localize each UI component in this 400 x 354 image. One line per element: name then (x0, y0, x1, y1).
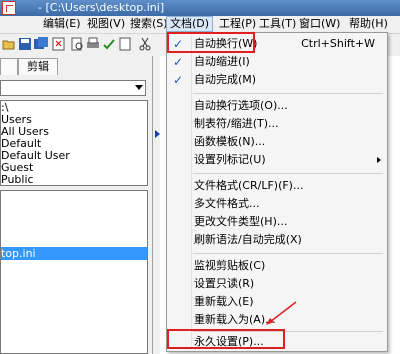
annotation-arrow-icon (266, 301, 297, 325)
menu-item-label: 重新载入(E) (194, 295, 254, 308)
menu-window[interactable]: 窗口(W) (296, 17, 343, 31)
menu-item-label: 刷新语法/自动完成(X) (194, 233, 302, 246)
menu-item-change-file-type[interactable]: 更改文件类型(H)... (167, 213, 387, 231)
tab-directory[interactable] (0, 58, 18, 75)
cut-icon[interactable] (138, 37, 152, 51)
submenu-arrow-icon (377, 157, 381, 163)
panel-tabs: 剪辑 (0, 56, 152, 75)
menu-separator (193, 253, 383, 254)
document-icon[interactable] (118, 37, 132, 51)
print-preview-icon[interactable] (70, 37, 84, 51)
save-icon[interactable] (18, 37, 32, 51)
chevron-down-icon (135, 85, 143, 90)
menu-item-label: 制表符/缩进(T)... (194, 117, 279, 130)
open-folder-icon[interactable] (2, 37, 16, 51)
menu-item-tabs-indent[interactable]: 制表符/缩进(T)... (167, 115, 387, 133)
menu-tools[interactable]: 工具(T) (256, 17, 299, 31)
menu-help[interactable]: 帮助(H) (346, 17, 391, 31)
drive-select[interactable] (0, 80, 146, 96)
close-file-icon[interactable] (52, 37, 66, 51)
menu-view[interactable]: 视图(V) (84, 17, 128, 31)
save-all-icon[interactable] (34, 37, 48, 51)
menu-search[interactable]: 搜索(S) (127, 17, 171, 31)
menu-item-label: 更改文件类型(H)... (194, 215, 288, 228)
menu-item-column-markers[interactable]: 设置列标记(U) (167, 151, 387, 169)
file-list[interactable]: top.ini (0, 190, 148, 354)
tab-clipboard[interactable]: 剪辑 (18, 58, 58, 75)
menu-item-monitor-clipboard[interactable]: 监视剪贴板(C) (167, 257, 387, 275)
menu-item-label: 自动缩进(I) (194, 55, 250, 68)
folder-item[interactable]: Public (1, 174, 34, 186)
file-browser-panel: 剪辑 :\ Users All Users Default Default Us… (0, 56, 153, 354)
menu-item-wrap-options[interactable]: 自动换行选项(O)... (167, 97, 387, 115)
menu-item-label: 函数模板(N)... (194, 135, 266, 148)
folder-list[interactable]: :\ Users All Users Default Default User … (0, 100, 148, 186)
menu-item-label: 文件格式(CR/LF)(F)... (194, 179, 304, 192)
menu-item-multi-file-format[interactable]: 多文件格式... (167, 195, 387, 213)
menu-item-auto-indent[interactable]: ✓ 自动缩进(I) (167, 53, 387, 71)
menu-item-label: 多文件格式... (194, 197, 260, 210)
menu-item-function-templates[interactable]: 函数模板(N)... (167, 133, 387, 151)
app-icon (2, 1, 16, 15)
menu-separator (193, 173, 383, 174)
menu-separator (193, 93, 383, 94)
menu-item-refresh-syntax[interactable]: 刷新语法/自动完成(X) (167, 231, 387, 249)
spell-check-icon[interactable] (102, 37, 116, 51)
annotation-box-permanent-settings (167, 329, 285, 349)
check-icon: ✓ (173, 73, 184, 87)
menu-item-label: 设置只读(R) (194, 277, 255, 290)
toolbar (0, 34, 165, 54)
menu-item-label: 自动换行选项(O)... (194, 99, 288, 112)
title-bar: - [C:\Users\desktop.ini] (0, 0, 400, 16)
file-item-selected[interactable]: top.ini (1, 247, 147, 260)
window-title: - [C:\Users\desktop.ini] (38, 1, 165, 14)
print-icon[interactable] (86, 37, 100, 51)
menu-item-label: 设置列标记(U) (194, 153, 266, 166)
menu-item-file-format[interactable]: 文件格式(CR/LF)(F)... (167, 177, 387, 195)
menu-item-label: 自动完成(M) (194, 73, 257, 86)
check-icon: ✓ (173, 55, 184, 69)
shortcut-label: Ctrl+Shift+W (301, 37, 375, 50)
annotation-box-word-wrap (167, 32, 255, 53)
menu-item-auto-complete[interactable]: ✓ 自动完成(M) (167, 71, 387, 89)
menu-item-set-read-only[interactable]: 设置只读(R) (167, 275, 387, 293)
menu-document[interactable]: 文档(D) (166, 16, 214, 32)
menu-project[interactable]: 工程(P) (216, 17, 259, 31)
menu-edit[interactable]: 编辑(E) (40, 17, 84, 31)
menu-item-label: 监视剪贴板(C) (194, 259, 266, 272)
